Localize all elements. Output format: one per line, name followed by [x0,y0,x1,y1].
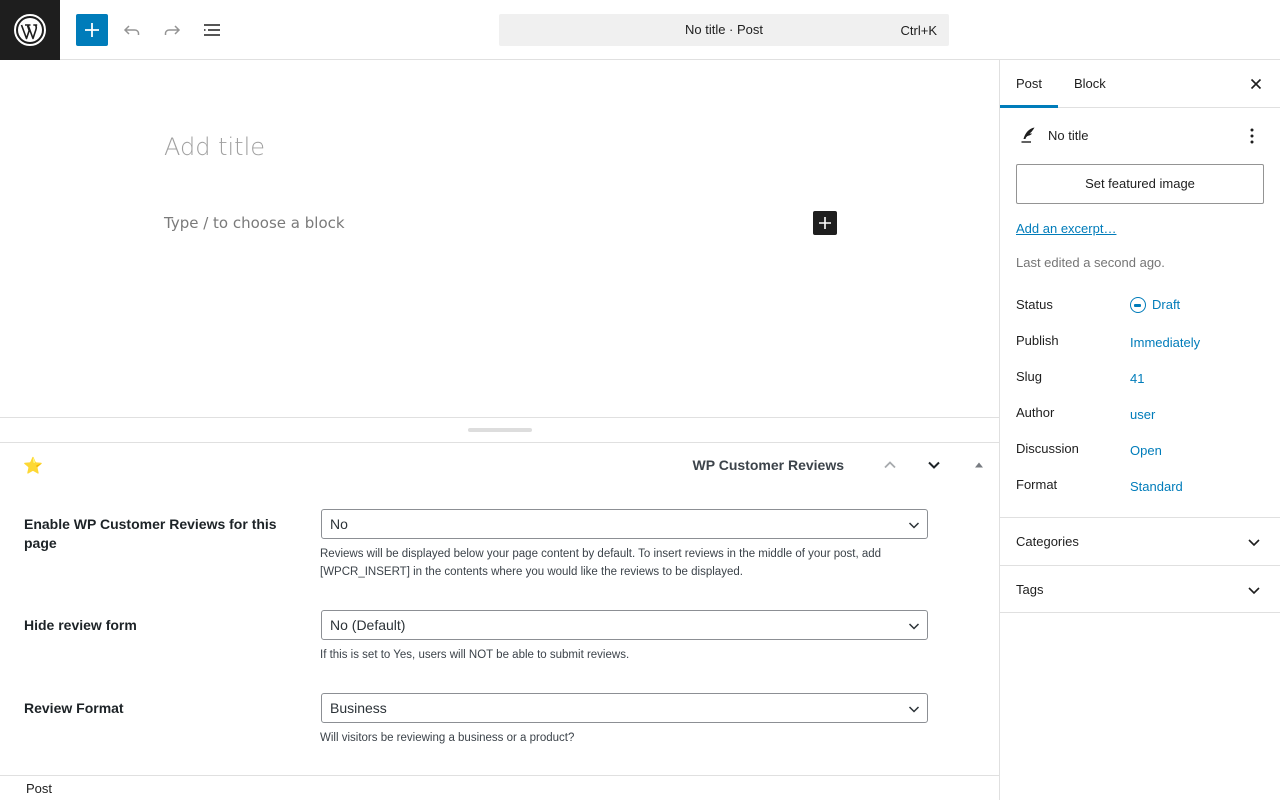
enable-reviews-description: Reviews will be displayed below your pag… [320,548,882,578]
last-edited-text: Last edited a second ago. [1016,255,1165,270]
chevron-down-icon [908,706,920,713]
tags-panel-toggle[interactable]: Tags [1000,565,1280,613]
close-sidebar-button[interactable] [1246,74,1266,94]
author-value-button[interactable]: user [1130,407,1155,422]
toggle-panel-button[interactable] [966,453,992,477]
draft-icon [1130,296,1146,313]
undo-icon [123,25,140,35]
chevron-down-icon [1248,587,1260,595]
redo-icon [164,25,181,35]
metabox-resize-handle[interactable] [468,428,532,432]
metabox-title: WP Customer Reviews [692,457,844,473]
add-block-button[interactable] [813,211,837,235]
post-title-input[interactable]: Add title [164,133,265,161]
post-summary-title: No title [1048,128,1089,143]
wordpress-logo-icon [14,14,46,46]
hide-review-form-label: Hide review form [24,617,137,633]
sidebar-tabs: Post Block [1000,60,1280,108]
discussion-value-button[interactable]: Open [1130,443,1162,458]
default-block-appender[interactable]: Type / to choose a block [164,214,345,232]
set-featured-image-button[interactable]: Set featured image [1016,164,1264,204]
tags-panel-label: Tags [1016,582,1044,597]
chevron-up-icon [884,461,896,469]
document-overview-button[interactable] [196,14,228,46]
status-value-button[interactable]: Draft [1130,296,1181,314]
chevron-down-icon [928,461,940,469]
caret-up-icon [975,462,983,468]
chevron-down-icon [1248,539,1260,547]
block-breadcrumb-bar: Post [0,775,999,800]
editor-canvas: Add title Type / to choose a block [0,61,999,417]
plus-icon [85,23,99,37]
categories-panel-toggle[interactable]: Categories [1000,517,1280,565]
review-format-select[interactable]: Business [321,693,928,723]
keyboard-shortcut: Ctrl+K [900,23,937,38]
redo-button[interactable] [156,14,188,46]
move-down-button[interactable] [921,453,947,477]
wordpress-logo-button[interactable] [0,0,60,60]
select-value: Business [330,700,387,716]
review-format-label: Review Format [24,700,124,716]
author-label: Author [1016,405,1055,420]
categories-panel-label: Categories [1016,534,1079,549]
plus-icon [819,217,831,229]
undo-button[interactable] [116,14,148,46]
post-actions-button[interactable] [1242,126,1262,146]
select-value: No (Default) [330,617,406,633]
format-value-button[interactable]: Standard [1130,479,1183,494]
settings-sidebar: Post Block No title Set featured image A… [999,60,1280,800]
chevron-down-icon [908,623,920,630]
tab-block[interactable]: Block [1058,60,1122,108]
star-icon: ⭐ [23,458,43,475]
publish-value-button[interactable]: Immediately [1130,335,1200,350]
enable-reviews-label: Enable WP Customer Reviews for this page [24,516,277,551]
command-palette-bar[interactable]: No title · Post Ctrl+K [499,14,949,46]
slug-value-button[interactable]: 41 [1130,371,1144,386]
enable-reviews-select[interactable]: No [321,509,928,539]
quill-icon [1021,127,1035,143]
editor-header: No title · Post Ctrl+K [0,0,1280,60]
list-view-icon [204,24,220,36]
slug-label: Slug [1016,369,1043,384]
metabox-header: ⭐ WP Customer Reviews [0,443,999,487]
hide-review-form-select[interactable]: No (Default) [321,610,928,640]
review-format-description: Will visitors be reviewing a business or… [320,732,575,744]
close-icon [1250,78,1262,90]
move-up-button[interactable] [877,453,903,477]
format-label: Format [1016,477,1058,492]
hide-review-form-description: If this is set to Yes, users will NOT be… [320,649,630,661]
status-label: Status [1016,297,1053,312]
breadcrumb-post[interactable]: Post [26,781,52,796]
metabox-resize-area [0,417,999,443]
wp-customer-reviews-metabox: ⭐ WP Customer Reviews Enable WP Customer… [0,443,999,775]
block-inserter-button[interactable] [76,14,108,46]
add-excerpt-link[interactable]: Add an excerpt… [1016,221,1116,236]
tab-post[interactable]: Post [1000,60,1058,108]
more-vertical-icon [1250,128,1254,144]
publish-label: Publish [1016,333,1059,348]
select-value: No [330,516,348,532]
document-title: No title · Post [684,22,764,37]
chevron-down-icon [908,522,920,529]
discussion-label: Discussion [1016,441,1079,456]
status-value: Draft [1152,297,1181,312]
